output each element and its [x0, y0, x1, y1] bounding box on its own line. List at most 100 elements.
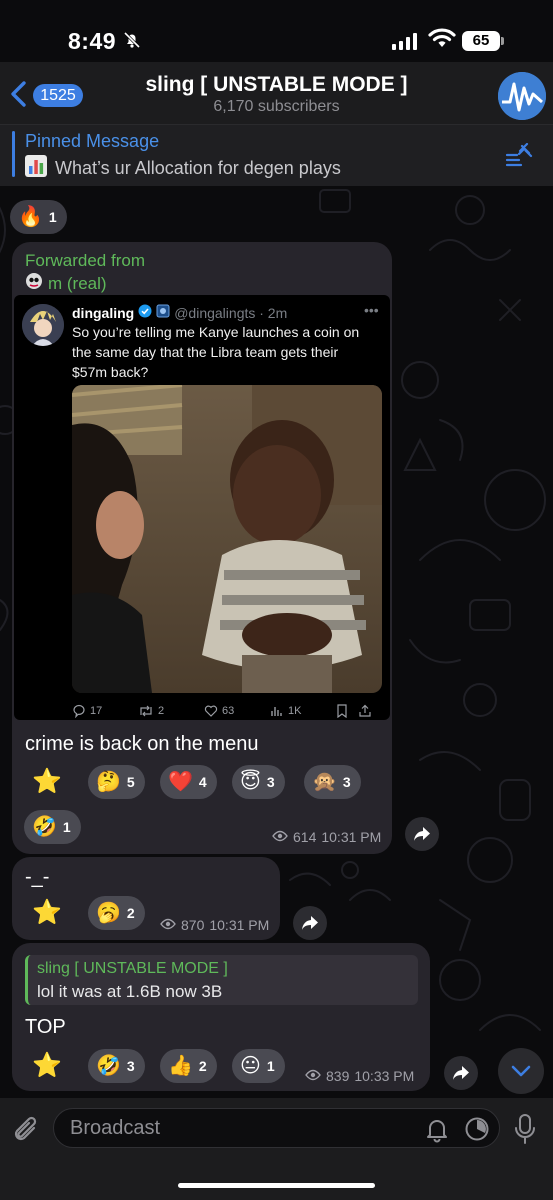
reaction-count: 1 [62, 819, 71, 835]
scroll-to-bottom-button[interactable] [498, 1048, 544, 1094]
verified-badge-icon [138, 304, 152, 321]
message-meta: 839 10:33 PM [305, 1068, 414, 1084]
affiliate-badge-icon [156, 304, 170, 321]
forwarded-name: m (real) [48, 273, 107, 293]
tweet-image[interactable] [72, 385, 382, 693]
reaction-chip[interactable]: 🙊 3 [304, 765, 361, 799]
cellular-signal-icon [392, 32, 417, 50]
sparkle-star-icon: ⭐ [32, 899, 62, 926]
share-arrow-icon [453, 1066, 469, 1080]
reaction-count: 3 [126, 1058, 135, 1074]
reply-text: lol it was at 1.6B now 3B [37, 982, 223, 1001]
tweet-views: 1K [270, 704, 336, 718]
reaction-chip[interactable]: ❤️ 4 [160, 765, 217, 799]
bar-chart-icon [25, 155, 47, 182]
message-time: 10:31 PM [321, 829, 382, 845]
reaction-count: 3 [342, 774, 351, 790]
reaction-count: 1 [48, 209, 57, 225]
reaction-star-effect[interactable]: ⭐ [24, 765, 80, 799]
sparkle-star-icon: ⭐ [32, 1052, 62, 1079]
reaction-chip[interactable]: 😇 3 [232, 765, 285, 799]
view-count: 870 [181, 917, 205, 933]
retweet-icon [140, 705, 152, 717]
bell-icon[interactable] [425, 1117, 449, 1148]
message-text: TOP [25, 1016, 66, 1038]
tweet-likes: 63 [204, 704, 270, 718]
share-arrow-icon [302, 916, 318, 930]
tweet-text: So you’re telling me Kanye launches a co… [72, 324, 360, 380]
bell-off-icon [122, 30, 142, 55]
battery-nub [501, 37, 504, 45]
reaction-chip[interactable]: 🥱 2 [88, 896, 145, 930]
home-indicator [178, 1183, 375, 1188]
channel-subscribers: 6,170 subscribers [213, 98, 340, 115]
tweet-more-icon: ••• [364, 302, 379, 318]
forward-share-button[interactable] [293, 906, 327, 940]
rofl-face-icon: 🤣 [96, 1055, 121, 1077]
message-meta: 614 10:31 PM [272, 829, 381, 845]
neutral-face-icon: 😐 [240, 1055, 261, 1077]
reaction-chip[interactable]: 🤣 1 [24, 810, 81, 844]
tweet-handle: @dingalingts · 2m [174, 304, 288, 321]
eye-icon [272, 829, 288, 845]
forwarded-avatar-icon [25, 272, 43, 295]
forward-share-button[interactable] [444, 1056, 478, 1090]
tweet-author-name: dingaling [72, 304, 135, 321]
rofl-face-icon: 🤣 [32, 816, 57, 838]
reaction-star-effect[interactable]: ⭐ [24, 1049, 80, 1083]
reaction-chip[interactable]: 😐 1 [232, 1049, 285, 1083]
forwarded-from-row[interactable]: m (real) [25, 272, 107, 295]
auto-delete-timer-icon[interactable] [464, 1116, 490, 1147]
view-count: 839 [326, 1068, 350, 1084]
channel-avatar[interactable] [498, 72, 546, 120]
eye-icon [160, 917, 176, 933]
message-time: 10:31 PM [209, 917, 270, 933]
pinned-title: Pinned Message [25, 131, 160, 151]
tweet-replies: 17 [72, 704, 138, 718]
message-time: 10:33 PM [354, 1068, 415, 1084]
bookmark-icon [336, 704, 358, 718]
halo-face-icon: 😇 [240, 771, 261, 793]
reaction-count: 5 [126, 774, 135, 790]
battery-icon: 65 [462, 31, 500, 51]
message-meta: 870 10:31 PM [160, 917, 269, 933]
reaction-chip[interactable]: 👍 2 [160, 1049, 217, 1083]
yawning-face-icon: 🥱 [96, 902, 121, 924]
pinned-text-row: What’s ur Allocation for degen plays [25, 155, 341, 182]
tweet-author-row: dingaling @dingalingts · 2m [72, 304, 287, 321]
channel-title[interactable]: sling [ UNSTABLE MODE ] [0, 73, 553, 97]
views-chart-icon [271, 707, 282, 716]
reaction-count: 4 [198, 774, 207, 790]
forward-share-button[interactable] [405, 817, 439, 851]
reaction-count: 2 [126, 905, 135, 921]
pinned-list-icon[interactable] [505, 142, 533, 172]
share-up-icon [358, 704, 372, 718]
reaction-chip[interactable]: 🔥 1 [10, 200, 67, 234]
tweet-avatar [22, 304, 64, 346]
broadcast-placeholder: Broadcast [70, 1117, 161, 1139]
message-text: -_- [25, 866, 50, 888]
sparkle-star-icon: ⭐ [32, 768, 62, 795]
forwarded-label: Forwarded from [25, 251, 145, 270]
thinking-face-icon: 🤔 [96, 771, 121, 793]
reaction-count: 1 [266, 1058, 275, 1074]
red-heart-icon: ❤️ [168, 771, 193, 793]
reaction-chip[interactable]: 🤣 3 [88, 1049, 145, 1083]
paperclip-icon[interactable] [12, 1114, 42, 1151]
view-count: 614 [293, 829, 317, 845]
tweet-retweets: 2 [138, 704, 204, 718]
status-time: 8:49 [68, 28, 117, 54]
microphone-icon[interactable] [513, 1113, 537, 1150]
pinned-indicator [12, 131, 15, 177]
thumbs-up-icon: 👍 [168, 1055, 193, 1077]
tweet-stats-row: 17 2 63 1K [72, 704, 382, 718]
eye-icon [305, 1068, 321, 1084]
reaction-count: 3 [266, 774, 275, 790]
speak-no-evil-monkey-icon: 🙊 [312, 771, 337, 793]
fire-icon: 🔥 [18, 206, 43, 228]
wifi-icon [428, 27, 456, 54]
reaction-chip[interactable]: 🤔 5 [88, 765, 145, 799]
chevron-down-icon [511, 1065, 531, 1077]
message-text: crime is back on the menu [25, 733, 259, 755]
reaction-star-effect[interactable]: ⭐ [24, 896, 80, 930]
